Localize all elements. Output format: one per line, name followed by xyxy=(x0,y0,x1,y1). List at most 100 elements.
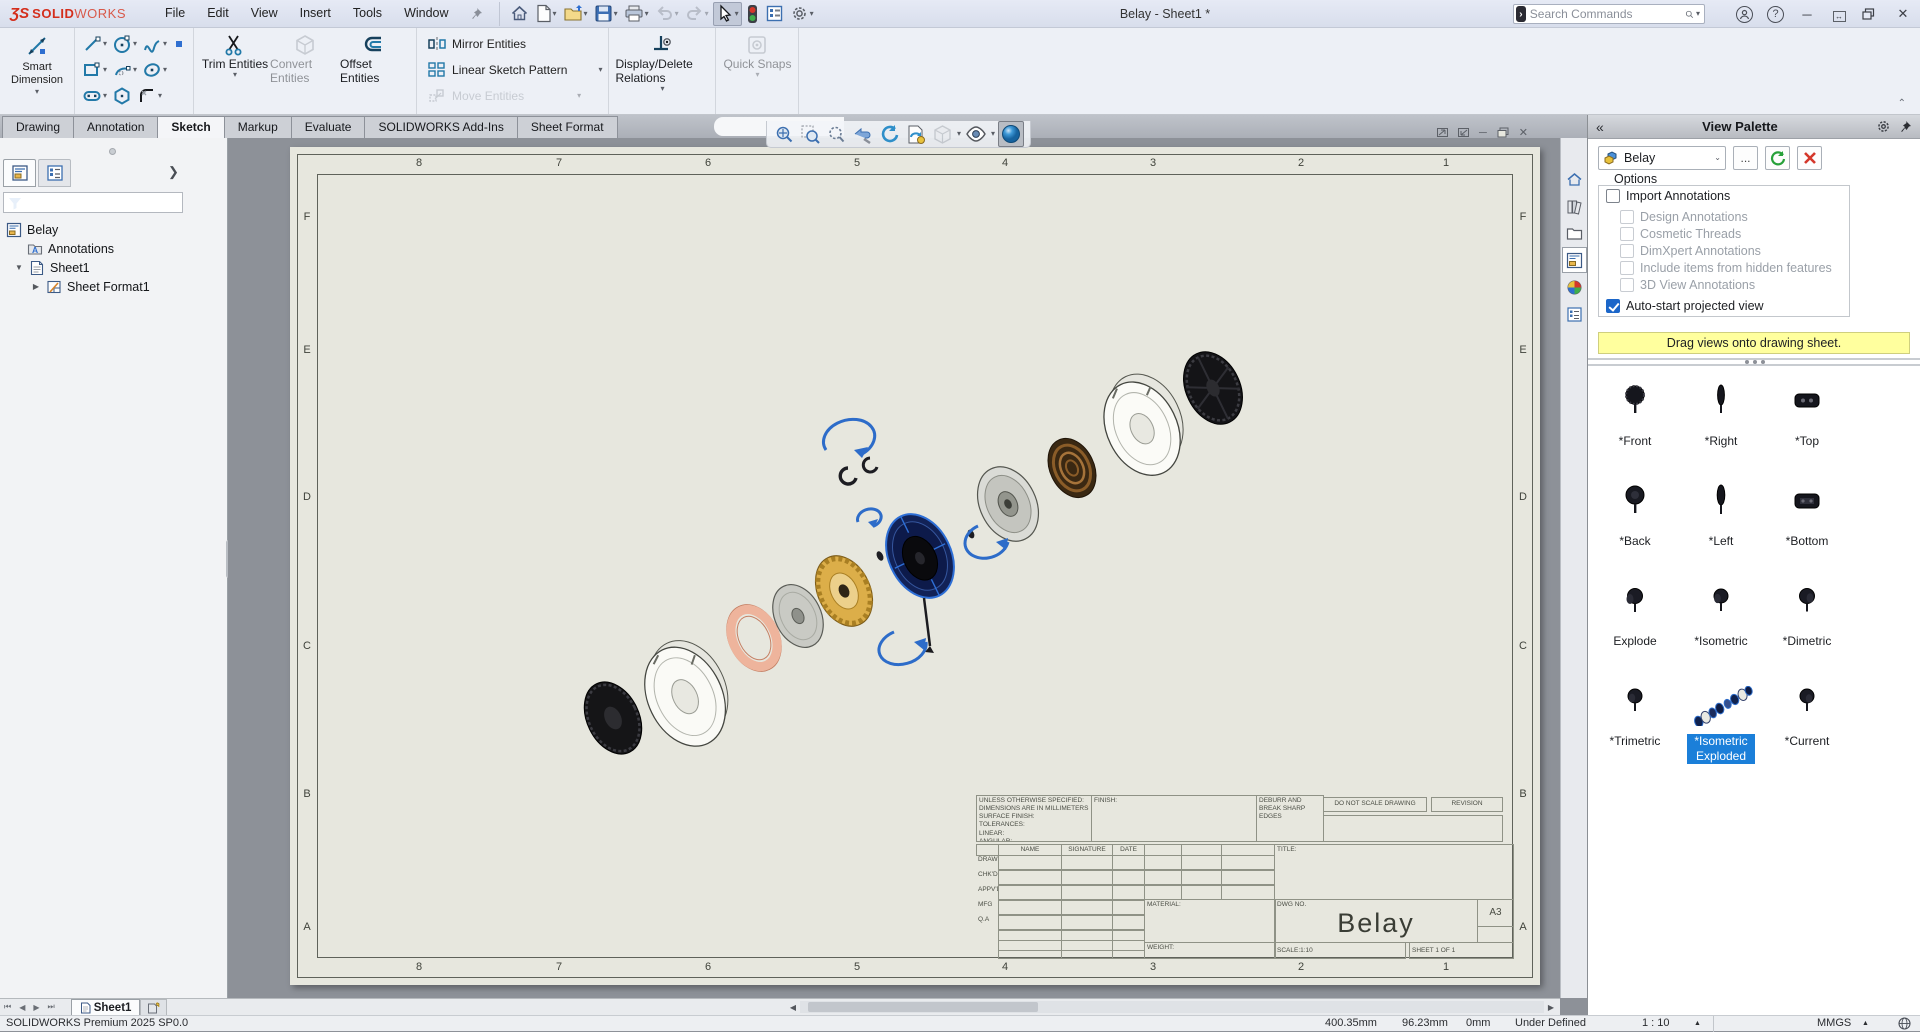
ribbon-collapse-caret[interactable]: ⌃ xyxy=(1898,98,1906,109)
file-explorer-icon[interactable] xyxy=(1562,220,1587,246)
scrollbar-track[interactable] xyxy=(800,1001,1544,1013)
clear-button[interactable] xyxy=(1797,146,1822,170)
property-manager-tab[interactable] xyxy=(38,159,71,187)
tab-annotation[interactable]: Annotation xyxy=(73,116,158,138)
offset-entities-button[interactable]: Offset Entities xyxy=(340,31,410,85)
next-sheet-button[interactable]: ▶ xyxy=(29,1003,43,1012)
search-commands-box[interactable]: › ▾ xyxy=(1513,4,1705,24)
move-entities-caret[interactable]: ▾ xyxy=(577,92,581,100)
refresh-button[interactable] xyxy=(1765,146,1790,170)
spline-tool-button[interactable]: ▾ xyxy=(141,33,168,55)
units-value[interactable]: MMGS xyxy=(1817,1017,1851,1029)
menu-file[interactable]: File xyxy=(154,0,196,27)
view-thumbnail-isometric[interactable]: *Isometric xyxy=(1678,570,1764,670)
fillet-tool-button[interactable]: ▾ xyxy=(136,85,163,107)
hide-show-items-icon[interactable] xyxy=(964,123,988,145)
display-delete-caret[interactable]: ▾ xyxy=(660,85,664,93)
view-thumbnail-front[interactable]: *Front xyxy=(1592,370,1678,470)
ellipse-tool-button[interactable]: ▾ xyxy=(141,59,168,81)
menu-tools[interactable]: Tools xyxy=(342,0,393,27)
tree-filter-field[interactable] xyxy=(3,192,183,213)
checkbox-cosmetic-threads[interactable]: Cosmetic Threads xyxy=(1620,227,1741,241)
first-sheet-button[interactable]: ⏮ xyxy=(0,1002,15,1012)
minimize-icon[interactable]: ─ xyxy=(1798,7,1816,22)
smart-dimension-caret[interactable]: ▾ xyxy=(35,88,39,96)
slot-tool-button[interactable]: ▾ xyxy=(81,85,108,107)
display-style-caret[interactable]: ▾ xyxy=(957,130,961,138)
undo-button[interactable]: ▾ xyxy=(653,2,681,26)
checkbox-box[interactable] xyxy=(1606,189,1620,203)
menu-view[interactable]: View xyxy=(240,0,289,27)
arc-tool-button[interactable]: ▾ xyxy=(111,59,138,81)
expand-collapse-arrow[interactable]: ▼ xyxy=(14,263,24,272)
point-tool-button[interactable] xyxy=(171,36,187,52)
drawing-canvas[interactable]: 8 7 6 5 4 3 2 1 8 7 6 5 4 3 2 1 F E D C … xyxy=(228,138,1560,998)
tree-item-sheet-format1[interactable]: ▶ Sheet Format1 xyxy=(0,277,227,296)
rectangle-tool-button[interactable]: ▾ xyxy=(81,59,108,81)
feature-tree-tab[interactable] xyxy=(3,159,36,187)
view-thumbnail-left[interactable]: *Left xyxy=(1678,470,1764,570)
open-document-button[interactable]: ▾ xyxy=(561,2,590,26)
display-delete-relations-button[interactable]: Display/Delete Relations ▾ xyxy=(615,31,709,93)
checkbox-box[interactable] xyxy=(1606,299,1620,313)
view-thumbnail-current[interactable]: *Current xyxy=(1764,670,1850,770)
tab-sketch[interactable]: Sketch xyxy=(157,116,224,138)
search-dropdown-caret[interactable]: ▾ xyxy=(1696,10,1700,18)
palette-splitter[interactable] xyxy=(1588,358,1920,366)
scale-dropdown-caret[interactable]: ▲ xyxy=(1694,1020,1701,1027)
previous-window-icon[interactable] xyxy=(1437,128,1448,137)
quick-snaps-button[interactable]: Quick Snaps ▾ xyxy=(722,31,792,79)
trim-entities-caret[interactable]: ▾ xyxy=(233,71,237,79)
globe-icon[interactable] xyxy=(1898,1017,1911,1030)
select-tool-button[interactable]: ▾ xyxy=(713,2,742,26)
checkbox-3d-view-annotations[interactable]: 3D View Annotations xyxy=(1620,278,1755,292)
linear-pattern-caret[interactable]: ▾ xyxy=(598,66,602,74)
options-gear-button[interactable]: ▾ xyxy=(788,2,816,26)
checkbox-dimxpert-annotations[interactable]: DimXpert Annotations xyxy=(1620,244,1761,258)
polygon-tool-button[interactable] xyxy=(111,85,133,107)
rebuild-button[interactable] xyxy=(744,2,761,26)
collapse-pane-icon[interactable]: « xyxy=(1596,119,1604,135)
view-palette-tab-icon[interactable] xyxy=(1562,247,1587,273)
exploded-assembly-view[interactable] xyxy=(558,298,1258,768)
checkbox-include-hidden[interactable]: Include items from hidden features xyxy=(1620,261,1832,275)
checkbox-auto-start-projected-view[interactable]: Auto-start projected view xyxy=(1606,299,1764,313)
smart-dimension-button[interactable]: Smart Dimension ▾ xyxy=(6,31,68,96)
view-thumbnail-back[interactable]: *Back xyxy=(1592,470,1678,570)
mirror-entities-button[interactable]: Mirror Entities xyxy=(427,31,526,57)
previous-sheet-button[interactable]: ◀ xyxy=(15,1003,29,1012)
update-view-icon[interactable] xyxy=(904,123,928,146)
view-thumbnail-explode[interactable]: Explode xyxy=(1592,570,1678,670)
trim-entities-button[interactable]: Trim Entities ▾ xyxy=(200,31,270,79)
drawing-sheet[interactable]: 8 7 6 5 4 3 2 1 8 7 6 5 4 3 2 1 F E D C … xyxy=(290,147,1540,985)
zoom-in-out-icon[interactable] xyxy=(825,123,848,146)
add-sheet-tab[interactable] xyxy=(140,999,167,1015)
appearances-icon[interactable] xyxy=(1562,274,1587,300)
linear-sketch-pattern-button[interactable]: Linear Sketch Pattern ▾ xyxy=(427,57,602,83)
tab-solidworks-add-ins[interactable]: SOLIDWORKS Add-Ins xyxy=(364,116,517,138)
view-settings-sphere-icon[interactable] xyxy=(998,121,1024,147)
scroll-left-arrow[interactable]: ◀ xyxy=(786,1003,800,1012)
tab-markup[interactable]: Markup xyxy=(224,116,292,138)
print-button[interactable]: ▾ xyxy=(622,2,651,26)
zoom-to-area-icon[interactable] xyxy=(799,123,822,146)
view-thumbnail-bottom[interactable]: *Bottom xyxy=(1764,470,1850,570)
menu-edit[interactable]: Edit xyxy=(196,0,240,27)
circle-tool-button[interactable]: ▾ xyxy=(111,33,138,55)
menu-insert[interactable]: Insert xyxy=(289,0,342,27)
zoom-to-fit-icon[interactable] xyxy=(773,123,796,146)
custom-properties-icon[interactable] xyxy=(1562,301,1587,327)
line-tool-button[interactable]: ▾ xyxy=(81,33,108,55)
pane-options-gear-icon[interactable] xyxy=(1876,119,1891,134)
pin-pane-icon[interactable] xyxy=(1899,120,1912,133)
tab-drawing[interactable]: Drawing xyxy=(2,116,74,138)
minimize-document-icon[interactable]: ─ xyxy=(1479,127,1487,139)
display-style-icon[interactable] xyxy=(931,123,954,146)
panel-handle[interactable] xyxy=(109,148,116,155)
checkbox-design-annotations[interactable]: Design Annotations xyxy=(1620,210,1748,224)
quick-snaps-caret[interactable]: ▾ xyxy=(755,71,759,79)
next-window-icon[interactable] xyxy=(1458,128,1469,137)
horizontal-scrollbar[interactable]: ◀ ▶ xyxy=(786,1000,1558,1014)
tree-item-sheet1[interactable]: ▼ Sheet1 xyxy=(0,258,227,277)
hide-show-caret[interactable]: ▾ xyxy=(991,130,995,138)
